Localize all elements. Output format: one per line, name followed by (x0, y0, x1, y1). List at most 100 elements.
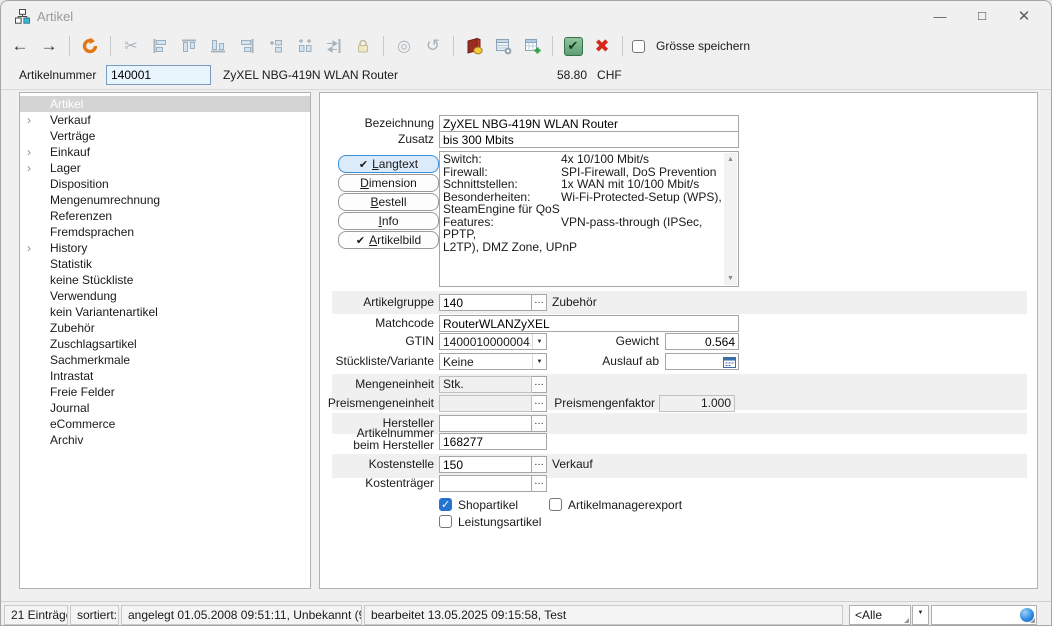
same-height-icon (294, 35, 316, 57)
shopartikel-checkbox[interactable] (439, 498, 452, 511)
confirm-button[interactable]: ✔ (562, 35, 584, 57)
bezeichnung-input[interactable] (439, 115, 739, 132)
gewicht-input[interactable] (665, 333, 739, 350)
sidebar-item-verwendung[interactable]: Verwendung (20, 288, 310, 304)
table-settings-icon[interactable] (492, 35, 514, 57)
sidebar-item-intrastat[interactable]: Intrastat (20, 368, 310, 384)
scrollbar[interactable]: ▲ ▼ (724, 153, 737, 285)
entries-count: 21 Einträge (4, 605, 68, 625)
langtext-button[interactable]: ✔Langtext (338, 155, 439, 173)
save-size-label: Grösse speichern (656, 39, 750, 53)
preismengeneinheit-label: Preismengeneinheit (320, 395, 434, 412)
expander-icon[interactable] (27, 240, 39, 256)
delete-button[interactable]: ✖ (591, 35, 613, 57)
info-button[interactable]: Info (338, 212, 439, 230)
toolbar: ← → ✂ (1, 31, 1051, 61)
report-lock-icon[interactable] (463, 35, 485, 57)
align-right-icon (236, 35, 258, 57)
artikelgruppe-lookup-button[interactable]: … (532, 294, 547, 311)
calendar-icon[interactable] (723, 356, 736, 372)
search-input[interactable] (931, 605, 1037, 625)
sidebar-item-referenzen[interactable]: Referenzen (20, 208, 310, 224)
auslauf-label: Auslauf ab (520, 353, 659, 370)
fit-size-icon (323, 35, 345, 57)
leistungsartikel-label: Leistungsartikel (458, 515, 541, 529)
mengeneinheit-lookup-button: … (532, 376, 547, 393)
dimension-button[interactable]: Dimension (338, 174, 439, 192)
sidebar-item-lager[interactable]: Lager (20, 160, 310, 176)
hersteller-artnr-input[interactable] (439, 433, 547, 450)
auslauf-input[interactable] (665, 353, 739, 370)
sidebar-item-verkauf[interactable]: Verkauf (20, 112, 310, 128)
sidebar-item-freie-felder[interactable]: Freie Felder (20, 384, 310, 400)
toolbar-separator (110, 36, 111, 56)
kostentraeger-label: Kostenträger (320, 475, 434, 492)
toolbar-separator (453, 36, 454, 56)
expander-icon[interactable] (27, 112, 39, 128)
sidebar-item-sachmerkmale[interactable]: Sachmerkmale (20, 352, 310, 368)
artikelbild-button[interactable]: ✔Artikelbild (338, 231, 439, 249)
article-form: Bezeichnung Zusatz ✔Langtext Dimension B… (319, 92, 1038, 589)
sidebar-item-fremdsprachen[interactable]: Fremdsprachen (20, 224, 310, 240)
hersteller-lookup-button[interactable]: … (532, 415, 547, 432)
sidebar-item-vertraege[interactable]: Verträge (20, 128, 310, 144)
sidebar-item-kein-variantenartikel[interactable]: kein Variantenartikel (20, 304, 310, 320)
sidebar-item-keine-stueckliste[interactable]: keine Stückliste (20, 272, 310, 288)
shopartikel-label: Shopartikel (458, 498, 518, 512)
scroll-up-icon[interactable]: ▲ (724, 153, 737, 166)
artikelnummer-input[interactable] (106, 65, 211, 85)
refresh-icon[interactable] (79, 35, 101, 57)
sidebar-item-disposition[interactable]: Disposition (20, 176, 310, 192)
align-bottom-icon (207, 35, 229, 57)
check-icon: ✔ (359, 158, 368, 171)
zusatz-label: Zusatz (320, 131, 434, 148)
hersteller-input[interactable] (439, 415, 532, 432)
expander-icon[interactable] (27, 144, 39, 160)
langtext-textarea[interactable]: Switch: 4x 10/100 Mbit/s Firewall: SPI-F… (439, 151, 739, 287)
zusatz-input[interactable] (439, 131, 739, 148)
title-bar: Artikel — ☐ ✕ (1, 1, 1051, 31)
kostentraeger-lookup-button[interactable]: … (532, 475, 547, 492)
artikelgruppe-input[interactable] (439, 294, 532, 311)
sidebar-item-artikel[interactable]: Artikel (20, 96, 310, 112)
sidebar-item-einkauf[interactable]: Einkauf (20, 144, 310, 160)
undo-icon: ↺ (422, 35, 444, 57)
scroll-down-icon[interactable]: ▼ (724, 272, 737, 285)
sidebar-item-history[interactable]: History (20, 240, 310, 256)
chevron-down-icon[interactable] (912, 605, 929, 625)
field-filter-select[interactable]: <Alle Felder> (849, 605, 911, 625)
sidebar-item-statistik[interactable]: Statistik (20, 256, 310, 272)
matchcode-input[interactable] (439, 315, 739, 332)
bestell-button[interactable]: Bestell (338, 193, 439, 211)
sidebar-item-mengenumrechnung[interactable]: Mengenumrechnung (20, 192, 310, 208)
sidebar-item-archiv[interactable]: Archiv (20, 432, 310, 448)
artikelmanagerexport-checkbox[interactable] (549, 498, 562, 511)
forward-icon[interactable]: → (38, 35, 60, 57)
sidebar-item-zubehoer[interactable]: Zubehör (20, 320, 310, 336)
search-sphere-icon[interactable] (1020, 608, 1034, 622)
sidebar-item-ecommerce[interactable]: eCommerce (20, 416, 310, 432)
app-icon (14, 8, 31, 28)
gewicht-label: Gewicht (520, 333, 659, 350)
back-icon[interactable]: ← (9, 35, 31, 57)
langtext-content: Switch: 4x 10/100 Mbit/s Firewall: SPI-F… (443, 153, 722, 285)
table-add-icon[interactable] (521, 35, 543, 57)
expander-icon[interactable] (27, 160, 39, 176)
kostenstelle-input[interactable] (439, 456, 532, 473)
save-size-checkbox[interactable] (632, 40, 645, 53)
minimize-button[interactable]: — (919, 1, 961, 31)
price-currency: CHF (597, 68, 622, 82)
record-header: Artikelnummer ZyXEL NBG-419N WLAN Router… (1, 61, 1051, 90)
gtin-label: GTIN (320, 333, 434, 350)
maximize-button[interactable]: ☐ (961, 1, 1003, 31)
app-window: Artikel — ☐ ✕ ← → ✂ (0, 0, 1052, 626)
artikelmanagerexport-label: Artikelmanagerexport (568, 498, 682, 512)
kostenstelle-lookup-button[interactable]: … (532, 456, 547, 473)
close-button[interactable]: ✕ (1003, 1, 1045, 31)
sidebar-item-journal[interactable]: Journal (20, 400, 310, 416)
check-icon: ✔ (356, 234, 365, 247)
leistungsartikel-checkbox[interactable] (439, 515, 452, 528)
sidebar-item-zuschlagsartikel[interactable]: Zuschlagsartikel (20, 336, 310, 352)
kostentraeger-input[interactable] (439, 475, 532, 492)
toolbar-separator (552, 36, 553, 56)
